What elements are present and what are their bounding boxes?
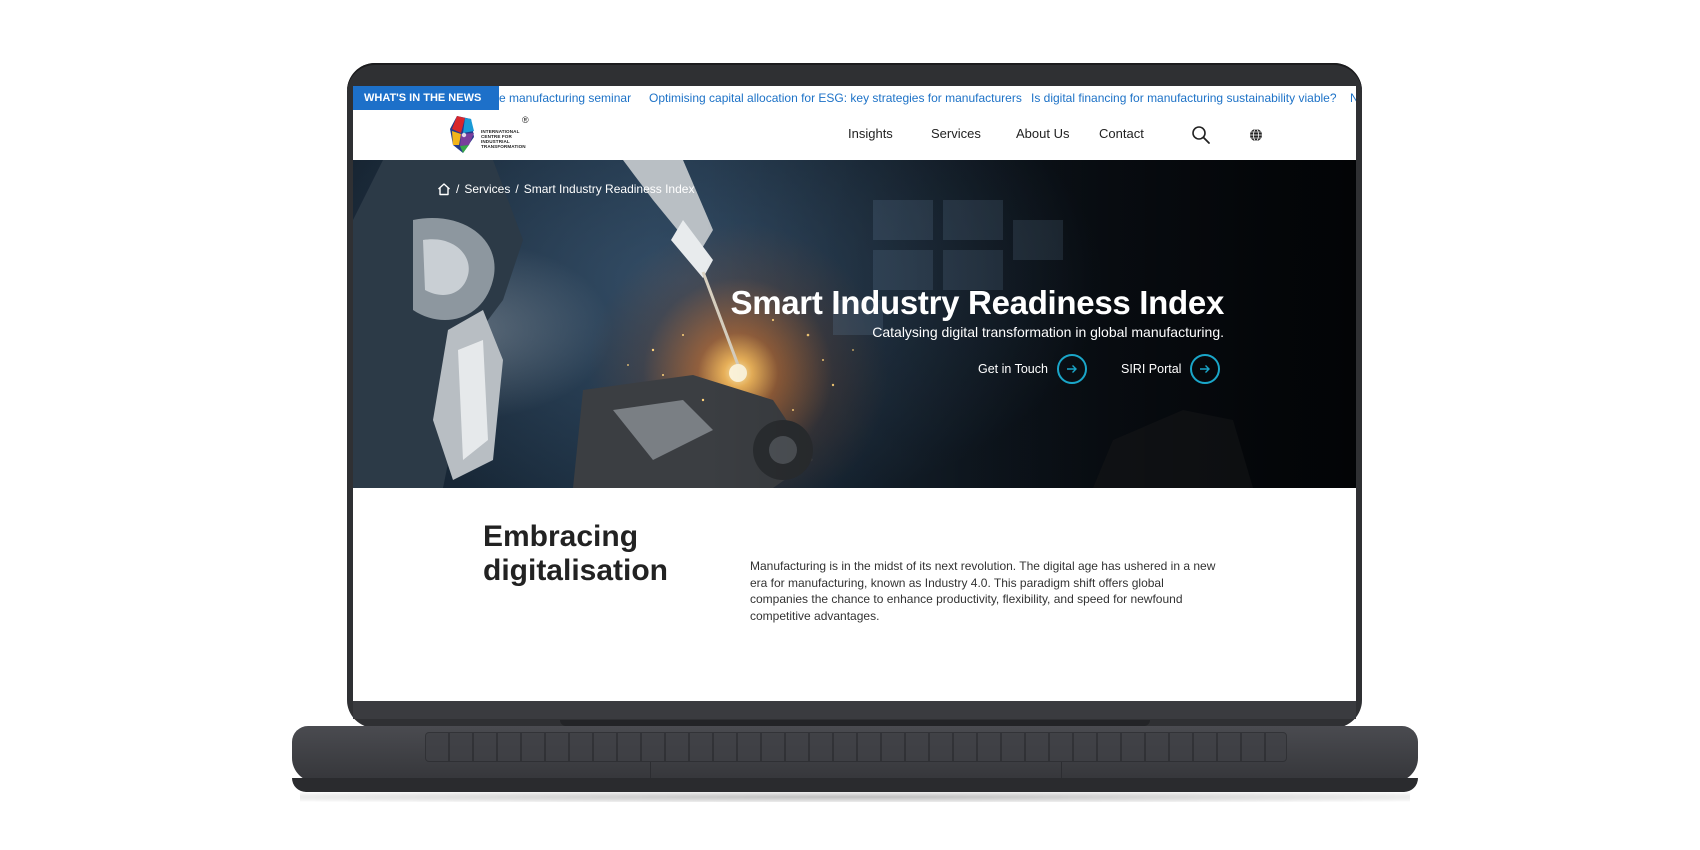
section-heading: Embracing digitalisation xyxy=(483,520,669,587)
breadcrumb-separator: / xyxy=(515,182,519,196)
ticker-label: WHAT'S IN THE NEWS xyxy=(353,86,499,110)
ticker-item[interactable]: e manufacturing seminar xyxy=(499,86,631,110)
globe-icon[interactable] xyxy=(1249,128,1263,142)
get-in-touch-label: Get in Touch xyxy=(978,362,1048,376)
nav-insights[interactable]: Insights xyxy=(848,126,893,141)
breadcrumb-separator: / xyxy=(456,182,460,196)
arrow-right-icon xyxy=(1056,354,1087,384)
breadcrumb-current: Smart Industry Readiness Index xyxy=(523,182,695,196)
siri-portal-button[interactable]: SIRI Portal xyxy=(1121,352,1221,386)
logo-wordmark: INTERNATIONAL CENTRE FOR INDUSTRIAL TRAN… xyxy=(481,129,526,149)
laptop-keyboard xyxy=(425,732,1287,762)
breadcrumb: / Services / Smart Industry Readiness In… xyxy=(437,182,694,196)
arrow-right-icon xyxy=(1190,354,1221,384)
get-in-touch-button[interactable]: Get in Touch xyxy=(978,352,1087,386)
nav-services[interactable]: Services xyxy=(931,126,981,141)
hero-banner: / Services / Smart Industry Readiness In… xyxy=(353,160,1356,488)
site-logo[interactable]: INTERNATIONAL CENTRE FOR INDUSTRIAL TRAN… xyxy=(449,113,535,157)
nav-about-us[interactable]: About Us xyxy=(1016,126,1069,141)
search-icon[interactable] xyxy=(1191,125,1211,145)
laptop-shadow xyxy=(300,792,1410,802)
nav-contact[interactable]: Contact xyxy=(1099,126,1144,141)
siri-portal-label: SIRI Portal xyxy=(1121,362,1182,376)
registered-mark: ® xyxy=(522,115,529,125)
ticker-track: e manufacturing seminar Optimising capit… xyxy=(499,86,1356,110)
logo-mark-icon xyxy=(450,116,474,153)
laptop-screen: WHAT'S IN THE NEWS e manufacturing semin… xyxy=(353,86,1356,701)
home-icon[interactable] xyxy=(437,182,451,196)
laptop-base-front xyxy=(292,778,1418,792)
section-body-text: Manufacturing is in the midst of its nex… xyxy=(750,559,1216,623)
site-header: INTERNATIONAL CENTRE FOR INDUSTRIAL TRAN… xyxy=(353,110,1356,160)
breadcrumb-services[interactable]: Services xyxy=(464,182,510,196)
ticker-item[interactable]: Optimising capital allocation for ESG: k… xyxy=(649,86,1022,110)
ticker-item[interactable]: Is digital financing for manufacturing s… xyxy=(1031,86,1337,110)
page-subtitle: Catalysing digital transformation in glo… xyxy=(872,324,1224,340)
page-title: Smart Industry Readiness Index xyxy=(730,284,1225,321)
laptop-bezel-bottom xyxy=(353,701,1356,719)
logo-line: TRANSFORMATION xyxy=(481,144,526,149)
news-ticker: WHAT'S IN THE NEWS e manufacturing semin… xyxy=(353,86,1356,111)
ticker-item[interactable]: N xyxy=(1350,86,1356,110)
